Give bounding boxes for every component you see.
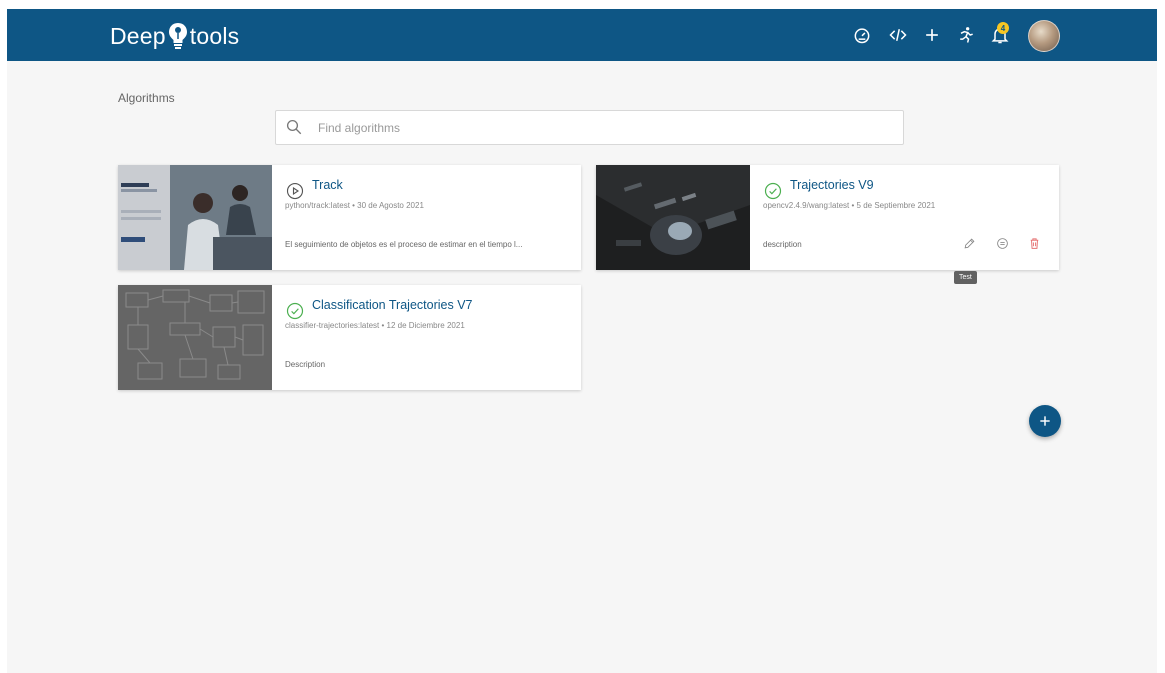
test-icon[interactable]	[992, 233, 1012, 253]
notification-count-badge: 4	[997, 22, 1009, 34]
deeptools-logo[interactable]: Deep tools	[110, 21, 239, 51]
edit-icon[interactable]	[959, 233, 979, 253]
user-avatar[interactable]	[1028, 20, 1060, 52]
lightbulb-logo-icon	[168, 23, 187, 49]
algorithm-card-track[interactable]: Track python/track:latest • 30 de Agosto…	[118, 165, 581, 270]
search-icon	[286, 119, 302, 135]
card-description: Description	[285, 360, 326, 369]
page-title: Algorithms	[118, 91, 175, 105]
play-circle-icon	[286, 182, 304, 200]
card-meta: classifier-trajectories:latest • 12 de D…	[285, 321, 465, 330]
brand-text-deep: Deep	[110, 22, 166, 49]
card-description: El seguimiento de objetos es el proceso …	[285, 240, 523, 249]
app-page: Deep tools 4 Algorithms Find algorithms …	[7, 9, 1157, 673]
brand-text-tools: tools	[189, 22, 240, 49]
runner-icon[interactable]	[954, 23, 978, 47]
check-circle-icon	[286, 302, 304, 320]
code-icon[interactable]	[886, 23, 910, 47]
card-description: description	[763, 240, 802, 249]
search-box	[275, 110, 904, 145]
card-actions	[956, 233, 1051, 253]
algorithm-card-trajectories-v9[interactable]: Trajectories V9 opencv2.4.9/wang:latest …	[596, 165, 1059, 270]
add-icon[interactable]	[920, 23, 944, 47]
top-app-bar: Deep tools 4	[7, 9, 1157, 61]
check-circle-icon	[764, 182, 782, 200]
card-thumbnail	[118, 285, 272, 390]
card-title[interactable]: Classification Trajectories V7	[312, 298, 472, 312]
notifications-bell-icon[interactable]: 4	[988, 22, 1012, 47]
card-meta: opencv2.4.9/wang:latest • 5 de Septiembr…	[763, 201, 936, 210]
card-title[interactable]: Track	[312, 178, 343, 192]
tooltip: Test	[954, 271, 977, 284]
plus-icon	[1040, 416, 1050, 426]
search-input[interactable]	[316, 111, 880, 144]
delete-icon[interactable]	[1024, 233, 1044, 253]
algorithm-card-classification-trajectories-v7[interactable]: Classification Trajectories V7 classifie…	[118, 285, 581, 390]
card-thumbnail	[118, 165, 272, 270]
dashboard-icon[interactable]	[850, 23, 874, 47]
card-thumbnail	[596, 165, 750, 270]
add-algorithm-fab[interactable]	[1029, 405, 1061, 437]
card-meta: python/track:latest • 30 de Agosto 2021	[285, 201, 424, 210]
card-title[interactable]: Trajectories V9	[790, 178, 874, 192]
